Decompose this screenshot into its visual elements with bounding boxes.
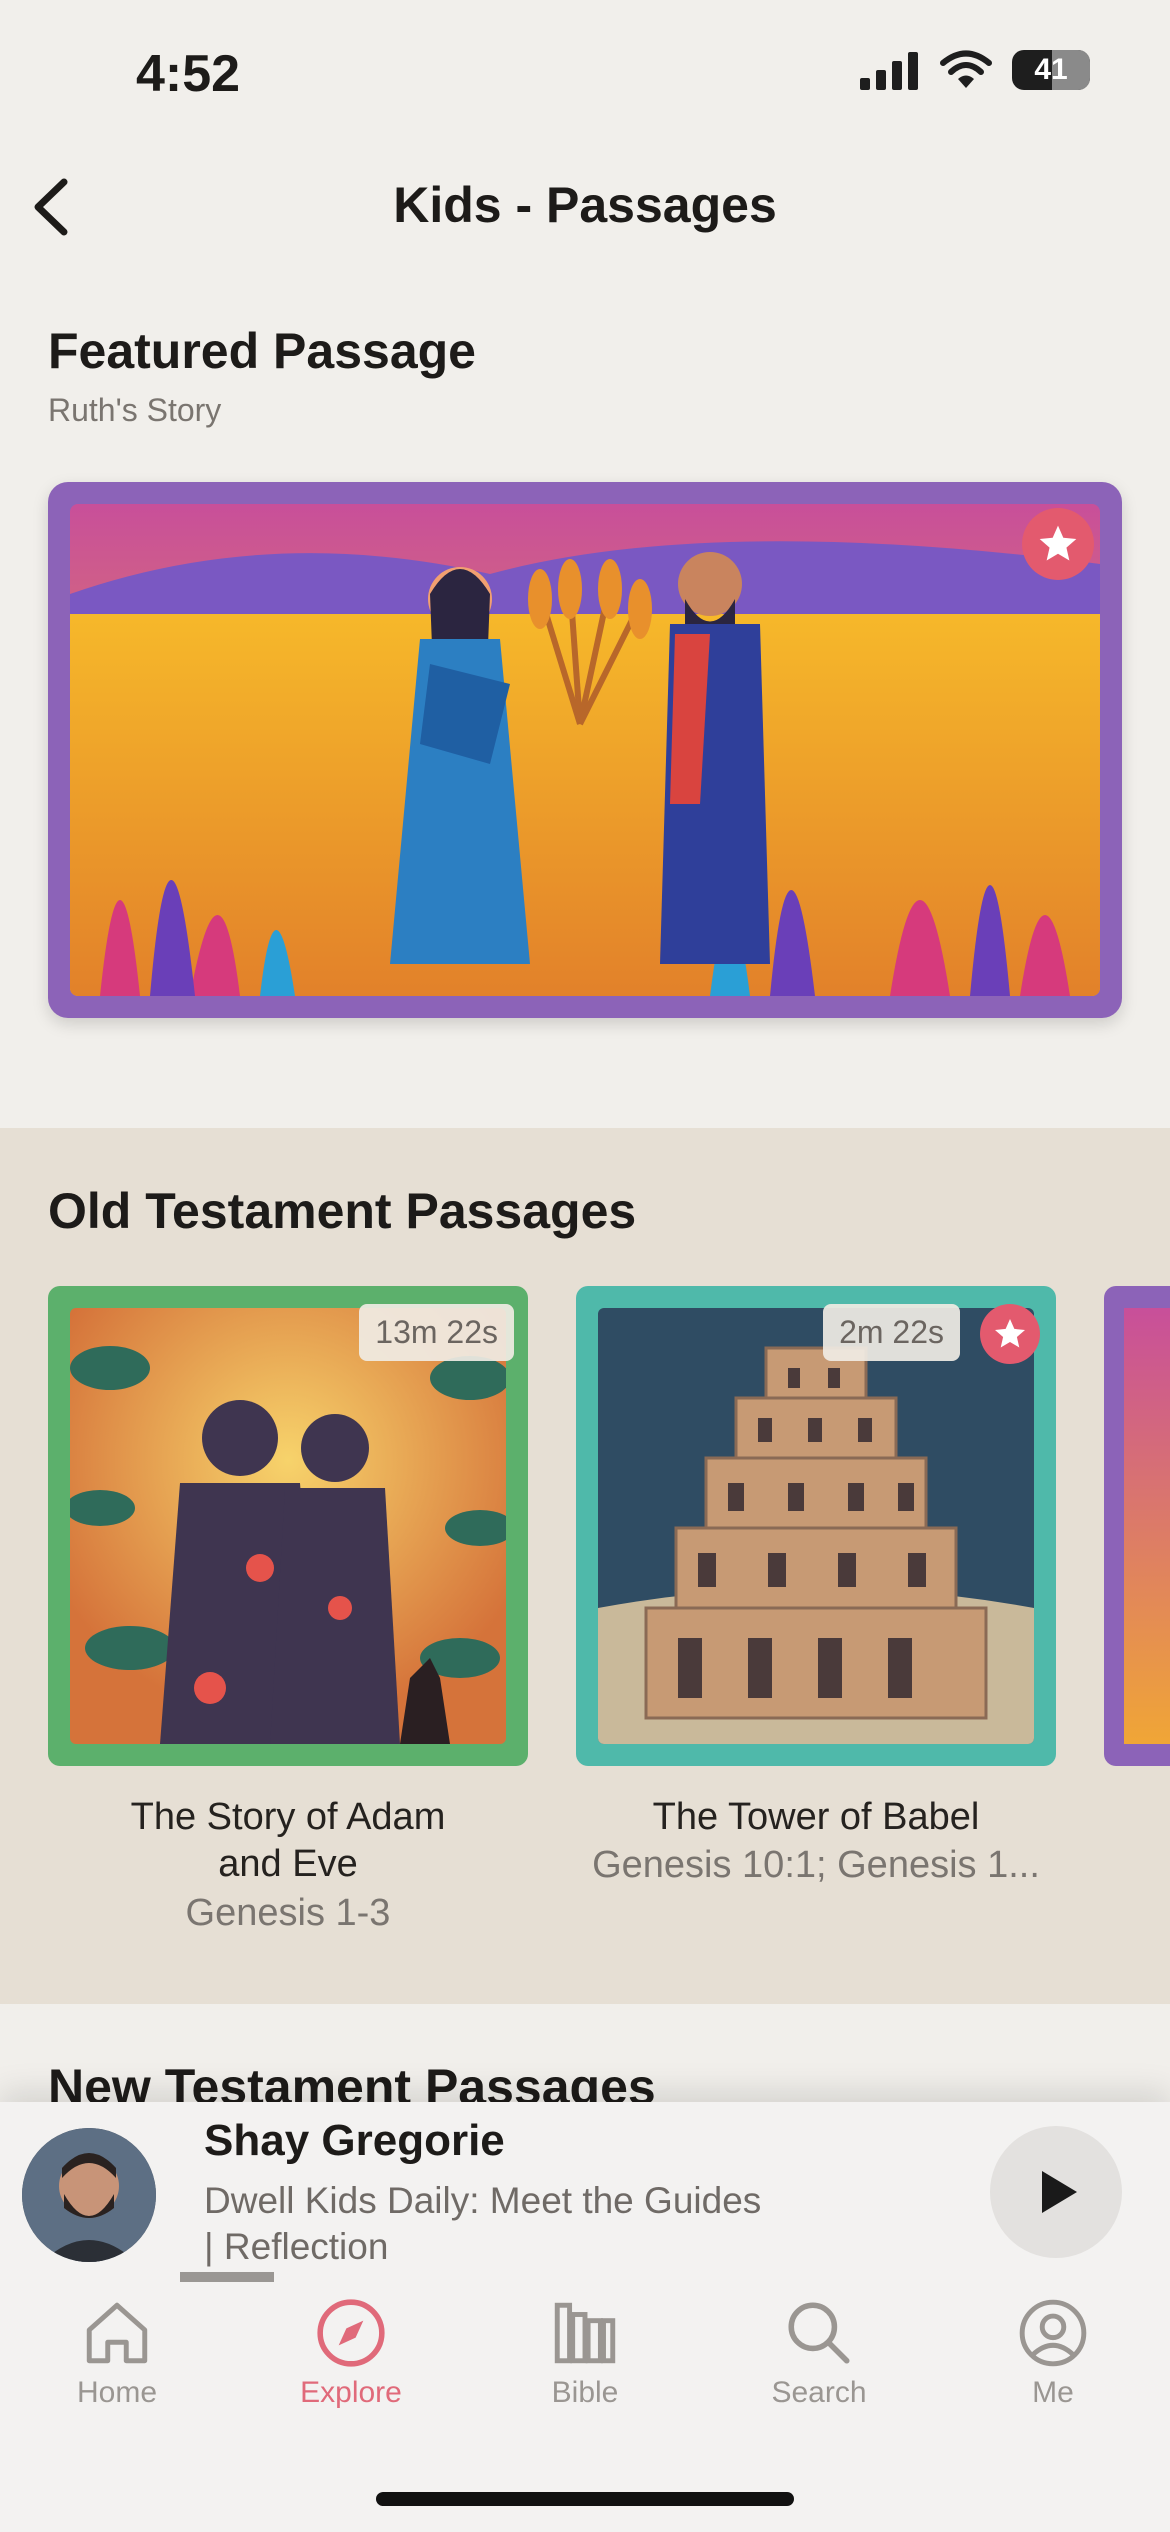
wifi-icon xyxy=(940,50,992,88)
tab-label: Me xyxy=(1032,2376,1074,2409)
passage-tile-tower-of-babel[interactable]: 2m 22s xyxy=(576,1286,1056,1766)
search-icon xyxy=(788,2302,850,2364)
passage-title: The Tower of Babel xyxy=(652,1796,980,1838)
passage-title: The Story of Adam and Eve xyxy=(130,1796,446,1885)
tab-me[interactable]: Me xyxy=(936,2296,1170,2410)
tab-bible[interactable]: Bible xyxy=(468,2296,702,2410)
featured-heading: Featured Passage xyxy=(48,323,476,379)
tab-label: Bible xyxy=(551,2376,619,2409)
featured-subtitle: Ruth's Story xyxy=(48,392,222,428)
status-time: 4:52 xyxy=(136,45,241,103)
star-icon xyxy=(1039,525,1077,561)
passage-reference: Genesis 10:1; Genesis 1... xyxy=(592,1844,1040,1886)
featured-artwork xyxy=(70,504,1100,996)
page-title: Kids - Passages xyxy=(393,177,777,233)
favorite-star-badge xyxy=(980,1304,1040,1364)
adam-eve-artwork xyxy=(70,1308,506,1744)
duration-badge: 2m 22s xyxy=(823,1304,960,1361)
home-icon xyxy=(86,2302,148,2364)
tower-of-babel-artwork xyxy=(598,1308,1034,1744)
person-icon xyxy=(1019,2299,1087,2367)
tab-label: Explore xyxy=(300,2376,402,2409)
player-speaker-name: Shay Gregorie xyxy=(204,2116,505,2165)
bible-icon xyxy=(554,2302,616,2364)
featured-passage-card[interactable] xyxy=(48,482,1122,1018)
player-episode-title-cont: | Reflection xyxy=(204,2226,389,2267)
tab-search[interactable]: Search xyxy=(702,2296,936,2410)
compass-icon xyxy=(317,2299,385,2367)
play-button[interactable] xyxy=(990,2126,1122,2258)
favorite-star-badge xyxy=(1022,508,1094,580)
player-episode-title: Dwell Kids Daily: Meet the Guides xyxy=(204,2180,762,2221)
tab-home[interactable]: Home xyxy=(0,2296,234,2410)
tab-label: Home xyxy=(76,2376,158,2409)
passage-reference: Genesis 1-3 xyxy=(185,1892,391,1934)
passage-tile-partial[interactable] xyxy=(1104,1286,1170,1766)
tab-label: Search xyxy=(771,2376,867,2409)
play-icon xyxy=(1042,2171,1077,2213)
tab-explore[interactable]: Explore xyxy=(234,2296,468,2410)
signal-icon xyxy=(860,52,918,90)
status-icons: 41 xyxy=(860,50,1090,90)
old-testament-heading: Old Testament Passages xyxy=(48,1183,637,1239)
avatar xyxy=(22,2128,156,2262)
star-icon xyxy=(995,1319,1025,1348)
duration-badge: 13m 22s xyxy=(359,1304,514,1361)
passage-tile-adam-eve[interactable]: 13m 22s xyxy=(48,1286,528,1766)
playback-progress-bar xyxy=(180,2272,274,2282)
home-indicator xyxy=(376,2492,794,2506)
battery-indicator: 41 xyxy=(1012,50,1090,90)
